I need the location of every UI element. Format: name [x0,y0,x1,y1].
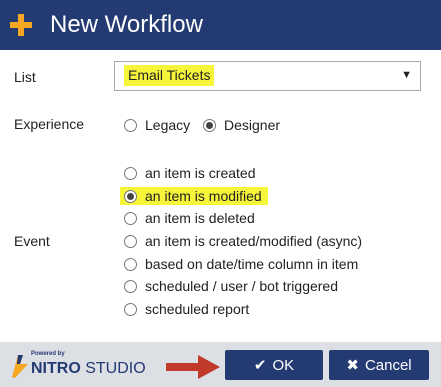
arrow-icon [166,355,220,379]
cancel-button[interactable]: ✖ Cancel [329,350,429,380]
list-selected-value: Email Tickets [124,65,215,86]
close-icon: ✖ [346,357,359,374]
event-option-async[interactable]: an item is created/modified (async) [124,232,362,250]
nitro-studio-logo: Powered by NITRO STUDIO [9,351,159,379]
experience-label: Experience [14,116,85,132]
event-option-created[interactable]: an item is created [124,164,256,182]
experience-option-legacy[interactable]: Legacy [124,116,190,134]
radio-button-checked[interactable] [124,189,137,203]
event-option-label: an item is created [145,165,256,181]
event-option-scheduled[interactable]: scheduled / user / bot triggered [124,277,338,295]
event-option-label: an item is deleted [145,210,255,226]
checkmark-icon: ✔ [253,357,267,374]
dialog-title: New Workflow [50,11,203,38]
dialog-header: New Workflow [0,0,441,50]
radio-button[interactable] [124,211,137,225]
event-option-label: an item is modified [145,188,262,204]
event-option-report[interactable]: scheduled report [124,300,249,318]
radio-button-checked[interactable] [203,118,216,132]
event-label: Event [14,233,50,249]
event-option-label: scheduled report [145,301,250,317]
brand-bold: NITRO [31,360,81,377]
bolt-icon [12,355,28,378]
brand-regular: STUDIO [85,360,146,377]
list-label: List [14,69,36,85]
plus-icon [10,14,32,36]
dropdown-arrow-icon: ▼ [401,69,412,81]
experience-option-designer[interactable]: Designer [203,116,280,134]
event-option-date-column[interactable]: based on date/time column in item [124,255,358,273]
radio-button[interactable] [124,118,137,132]
event-option-label: scheduled / user / bot triggered [145,278,339,294]
ok-button-label: OK [272,356,295,374]
radio-button[interactable] [124,234,137,248]
radio-button[interactable] [124,166,137,180]
cancel-button-label: Cancel [364,356,412,374]
list-select[interactable]: Email Tickets ▼ [114,61,421,91]
experience-option-label: Designer [224,117,281,133]
event-option-modified[interactable]: an item is modified [120,187,268,205]
event-option-label: an item is created/modified (async) [145,233,363,249]
radio-button[interactable] [124,257,137,271]
powered-by-text: Powered by [31,351,65,357]
brand-name: NITRO STUDIO [31,360,146,378]
event-option-deleted[interactable]: an item is deleted [124,209,255,227]
experience-option-label: Legacy [145,117,191,133]
radio-button[interactable] [124,279,137,293]
ok-button[interactable]: ✔ OK [225,350,323,380]
radio-button[interactable] [124,302,137,316]
event-option-label: based on date/time column in item [145,256,359,272]
